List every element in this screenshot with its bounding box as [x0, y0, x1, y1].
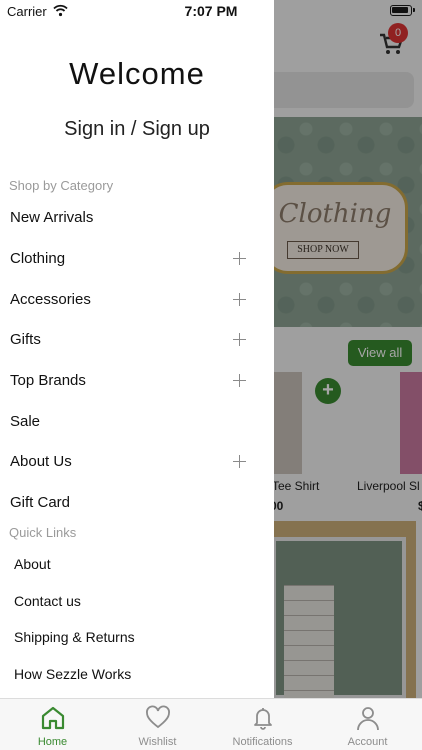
menu-item-label: Top Brands — [10, 372, 86, 389]
sign-in-link[interactable]: Sign in / Sign up — [0, 118, 274, 141]
status-bar: Carrier 7:07 PM — [0, 0, 422, 22]
home-icon — [41, 706, 65, 730]
menu-item-label: Accessories — [10, 291, 91, 308]
menu-item-label: New Arrivals — [10, 209, 94, 226]
expand-plus-icon[interactable] — [233, 374, 246, 387]
menu-item-clothing[interactable]: Clothing — [0, 241, 274, 277]
menu-item-label: Gifts — [10, 331, 41, 348]
battery-icon — [390, 5, 415, 16]
welcome-heading: Welcome — [69, 56, 205, 91]
expand-plus-icon[interactable] — [233, 333, 246, 346]
expand-plus-icon[interactable] — [233, 252, 246, 265]
bottom-tab-bar: Home Wishlist Notifications Account — [0, 698, 422, 750]
navigation-drawer: Welcome Sign in / Sign up Shop by Catego… — [0, 0, 274, 698]
tab-wishlist[interactable]: Wishlist — [105, 699, 210, 750]
tab-label: Home — [37, 736, 68, 748]
quick-link-label: Contact us — [14, 593, 81, 609]
menu-item-sale[interactable]: Sale — [0, 404, 274, 440]
menu-item-about-us[interactable]: About Us — [0, 444, 274, 480]
quick-link-label: Shipping & Returns — [14, 629, 135, 645]
menu-item-gift-card[interactable]: Gift Card — [0, 485, 274, 521]
tab-label: Notifications — [232, 736, 293, 748]
menu-item-label: Sale — [10, 413, 41, 430]
menu-item-accessories[interactable]: Accessories — [0, 282, 274, 318]
menu-item-label: About Us — [10, 453, 72, 470]
menu-item-label: Gift Card — [10, 494, 71, 511]
quick-link-label: How Sezzle Works — [14, 666, 132, 682]
tab-label: Account — [347, 736, 388, 748]
menu-item-gifts[interactable]: Gifts — [0, 322, 274, 358]
heart-icon — [146, 705, 170, 729]
menu-item-new-arrivals[interactable]: New Arrivals — [0, 200, 274, 236]
person-icon — [357, 707, 379, 731]
quick-links-header: Quick Links — [9, 525, 77, 540]
tab-notifications[interactable]: Notifications — [210, 699, 315, 750]
clock: 7:07 PM — [184, 3, 238, 19]
tab-label: Wishlist — [138, 736, 177, 748]
tab-account[interactable]: Account — [315, 699, 420, 750]
expand-plus-icon[interactable] — [233, 455, 246, 468]
tab-home[interactable]: Home — [0, 699, 105, 750]
quick-link-about[interactable]: About — [0, 550, 274, 580]
quick-link-shipping-returns[interactable]: Shipping & Returns — [0, 623, 274, 653]
expand-plus-icon[interactable] — [233, 293, 246, 306]
quick-link-label: About — [14, 556, 51, 572]
menu-item-top-brands[interactable]: Top Brands — [0, 363, 274, 399]
quick-link-contact[interactable]: Contact us — [0, 587, 274, 617]
bell-icon — [254, 708, 272, 730]
quick-link-sezzle[interactable]: How Sezzle Works — [0, 660, 274, 690]
menu-item-label: Clothing — [10, 250, 66, 267]
category-header: Shop by Category — [9, 178, 114, 193]
